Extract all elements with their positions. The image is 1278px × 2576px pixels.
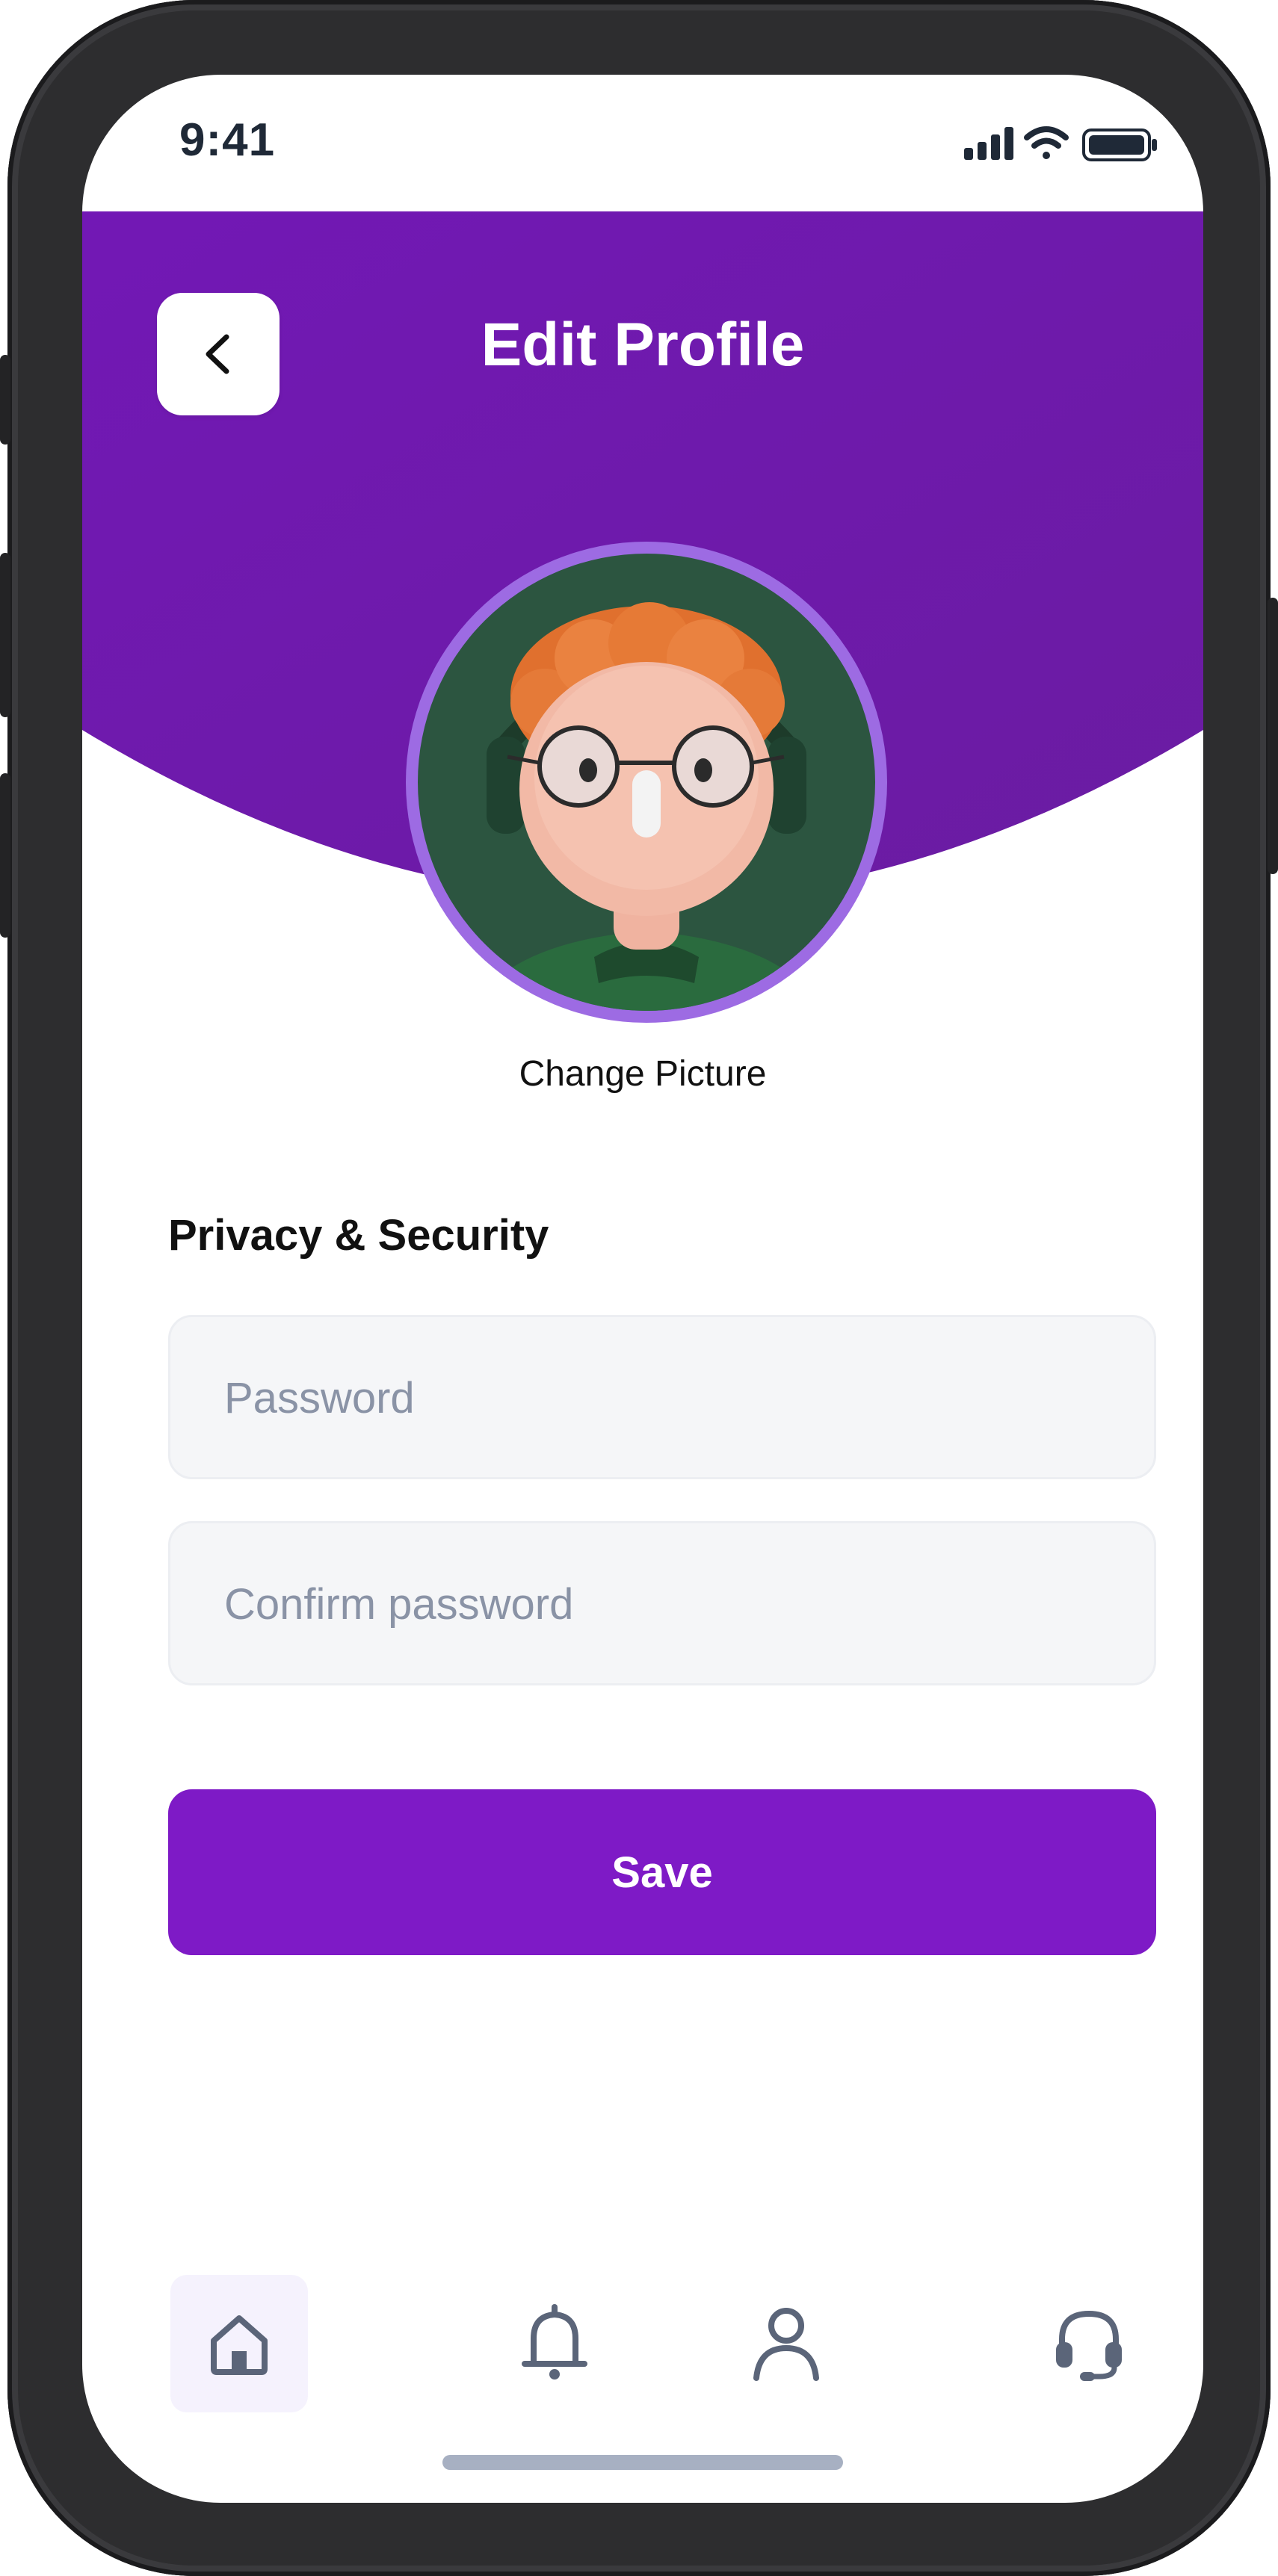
confirm-password-field[interactable] bbox=[168, 1521, 1156, 1685]
bell-icon bbox=[522, 2304, 587, 2380]
user-icon bbox=[753, 2308, 819, 2381]
nav-profile[interactable] bbox=[717, 2275, 855, 2412]
section-title: Privacy & Security bbox=[168, 1211, 549, 1260]
mute-switch bbox=[0, 355, 10, 445]
nav-home[interactable] bbox=[170, 2275, 308, 2412]
page-title: Edit Profile bbox=[481, 311, 805, 379]
status-icons bbox=[964, 126, 1157, 161]
status-time: 9:41 bbox=[179, 114, 276, 166]
save-button[interactable]: Save bbox=[168, 1789, 1156, 1955]
volume-down-button bbox=[0, 773, 10, 938]
power-button bbox=[1268, 598, 1278, 874]
volume-up-button bbox=[0, 553, 10, 717]
nav-support[interactable] bbox=[1020, 2275, 1158, 2412]
battery-icon bbox=[1082, 129, 1157, 161]
app-screen: 9:41 Edit Profile Change Picture Privacy… bbox=[82, 75, 1203, 2503]
home-icon bbox=[211, 2315, 268, 2375]
password-field[interactable] bbox=[168, 1315, 1156, 1479]
nav-notifications[interactable] bbox=[486, 2275, 623, 2412]
wifi-icon bbox=[1024, 126, 1069, 159]
avatar-illustration bbox=[418, 554, 875, 1011]
avatar[interactable] bbox=[418, 554, 875, 1011]
change-picture-link[interactable]: Change Picture bbox=[82, 1053, 1203, 1095]
home-indicator[interactable] bbox=[442, 2455, 843, 2470]
password-input[interactable] bbox=[223, 1317, 1108, 1479]
signal-icon bbox=[964, 127, 1013, 160]
confirm-password-input[interactable] bbox=[223, 1523, 1108, 1685]
headset-icon bbox=[1056, 2310, 1122, 2381]
